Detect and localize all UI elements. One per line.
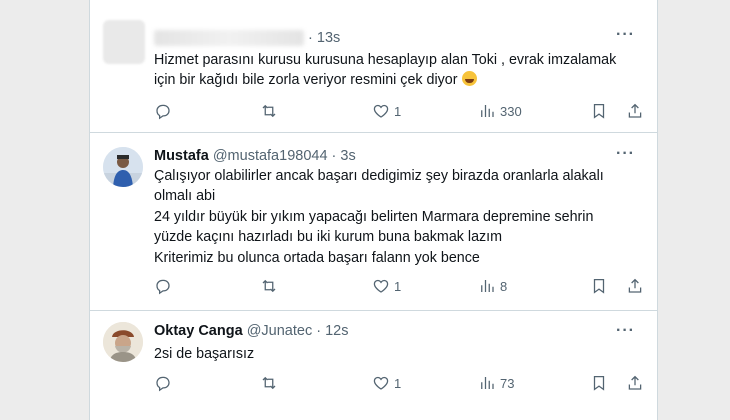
view-count: 330 [500,103,522,119]
tweet-text: Çalışıyor olabilirler ancak başarı dedig… [154,168,604,266]
views-icon [481,280,494,292]
reply-button[interactable] [154,374,172,392]
avatar-photo [103,322,143,362]
avatar[interactable] [103,147,143,187]
more-options-button[interactable]: ··· [616,26,635,44]
retweet-button[interactable] [260,102,278,120]
avatar-blurred[interactable] [103,20,145,64]
bookmark-button[interactable] [590,374,608,392]
views-icon [481,105,494,117]
like-button[interactable]: 1 [372,374,401,392]
heart-icon [373,279,389,293]
tweet-header: Oktay Canga @Junatec · 12s [154,323,349,339]
retweet-icon [262,104,276,118]
reply-icon [156,104,170,120]
view-count: 73 [500,375,515,391]
like-count: 1 [394,103,402,119]
timestamp[interactable]: 13s [317,30,340,46]
grinning-face-emoji [461,71,477,87]
author-name[interactable]: Mustafa [154,148,209,164]
reply-icon [156,279,170,295]
views-button[interactable]: 8 [478,277,507,295]
share-icon [628,278,642,293]
author-name[interactable]: Oktay Canga [154,323,243,339]
views-button[interactable]: 330 [478,102,522,120]
tweet-2[interactable]: Mustafa @mustafa198044 · 3s ··· Çalışıyo… [90,134,657,311]
share-button[interactable] [626,277,644,295]
retweet-icon [262,279,276,293]
tweet-actions: 1 8 [154,277,646,297]
tweet-3[interactable]: Oktay Canga @Junatec · 12s ··· 2si de ba… [90,312,657,420]
avatar[interactable] [103,322,143,362]
view-count: 8 [500,278,508,294]
bookmark-button[interactable] [590,102,608,120]
heart-icon [373,376,389,390]
reply-button[interactable] [154,277,172,295]
share-icon [628,375,642,390]
tweet-actions: 1 73 [154,374,646,394]
heart-icon [373,104,389,118]
like-count: 1 [394,375,402,391]
bookmark-icon [593,278,605,294]
retweet-button[interactable] [260,277,278,295]
share-icon [628,103,642,118]
share-button[interactable] [626,102,644,120]
tweet-1[interactable]: · 13s ··· Hizmet parasını kurusu kurusun… [90,0,657,133]
tweet-header: · 13s [154,30,340,47]
like-button[interactable]: 1 [372,277,401,295]
reply-thread: · 13s ··· Hizmet parasını kurusu kurusun… [89,0,658,420]
bookmark-button[interactable] [590,277,608,295]
retweet-button[interactable] [260,374,278,392]
reply-button[interactable] [154,102,172,120]
author-handle[interactable]: @Junatec [247,323,313,339]
like-button[interactable]: 1 [372,102,401,120]
more-options-button[interactable]: ··· [616,145,635,163]
author-handle[interactable]: @mustafa198044 [213,148,328,164]
share-button[interactable] [626,374,644,392]
views-button[interactable]: 73 [478,374,514,392]
timestamp[interactable]: 12s [325,323,348,339]
tweet-actions: 1 330 [154,102,646,122]
author-name-blurred[interactable] [154,30,304,47]
tweet-text: Hizmet parasını kurusu kurusuna hesaplay… [154,52,617,89]
reply-icon [156,376,170,392]
views-icon [481,377,494,389]
retweet-icon [262,376,276,390]
like-count: 1 [394,278,402,294]
tweet-text: 2si de başarısız [154,346,255,362]
avatar-photo [103,147,143,187]
timestamp[interactable]: 3s [340,148,355,164]
bookmark-icon [593,103,605,119]
more-options-button[interactable]: ··· [616,322,635,340]
tweet-header: Mustafa @mustafa198044 · 3s [154,148,356,164]
bookmark-icon [593,375,605,391]
